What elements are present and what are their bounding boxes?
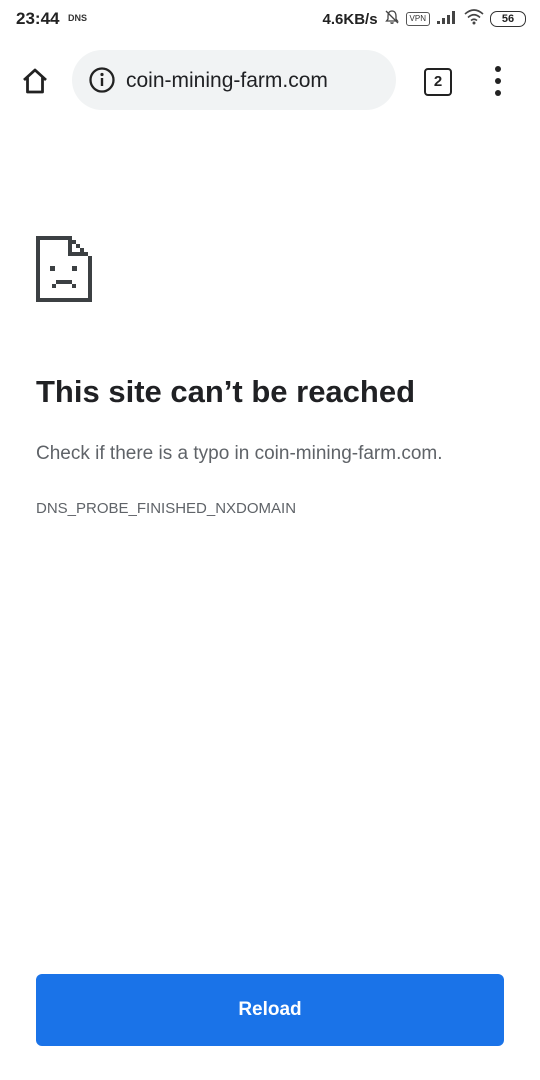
vpn-badge: VPN	[405, 12, 430, 26]
reload-button[interactable]: Reload	[36, 974, 504, 1046]
sad-page-icon	[36, 236, 92, 302]
status-right-group: 4.6KB/s VPN 56	[323, 8, 526, 30]
browser-toolbar: coin-mining-farm.com 2	[0, 46, 540, 114]
info-icon[interactable]	[88, 66, 116, 94]
battery-icon: 56	[490, 11, 526, 27]
home-button[interactable]	[18, 64, 52, 98]
status-bar: 23:44 DNS 4.6KB/s VPN 56	[0, 0, 540, 40]
error-title: This site can’t be reached	[36, 374, 416, 409]
address-bar[interactable]: coin-mining-farm.com	[72, 50, 396, 110]
tab-switcher-button[interactable]: 2	[424, 68, 452, 96]
wifi-icon	[464, 8, 484, 30]
menu-dot	[495, 90, 501, 96]
menu-dot	[495, 78, 501, 84]
status-time: 23:44	[16, 9, 60, 28]
error-description: Check if there is a typo in coin-mining-…	[36, 443, 443, 464]
menu-dot	[495, 66, 501, 72]
home-icon	[23, 68, 47, 94]
network-speed: 4.6KB/s	[322, 10, 378, 28]
more-vert-icon[interactable]	[484, 66, 512, 96]
signal-icon	[436, 10, 458, 29]
bell-muted-icon	[384, 9, 400, 30]
status-dns-label: DNS	[68, 13, 88, 23]
url-text[interactable]: coin-mining-farm.com	[126, 69, 328, 93]
error-code: DNS_PROBE_FINISHED_NXDOMAIN	[36, 500, 297, 517]
